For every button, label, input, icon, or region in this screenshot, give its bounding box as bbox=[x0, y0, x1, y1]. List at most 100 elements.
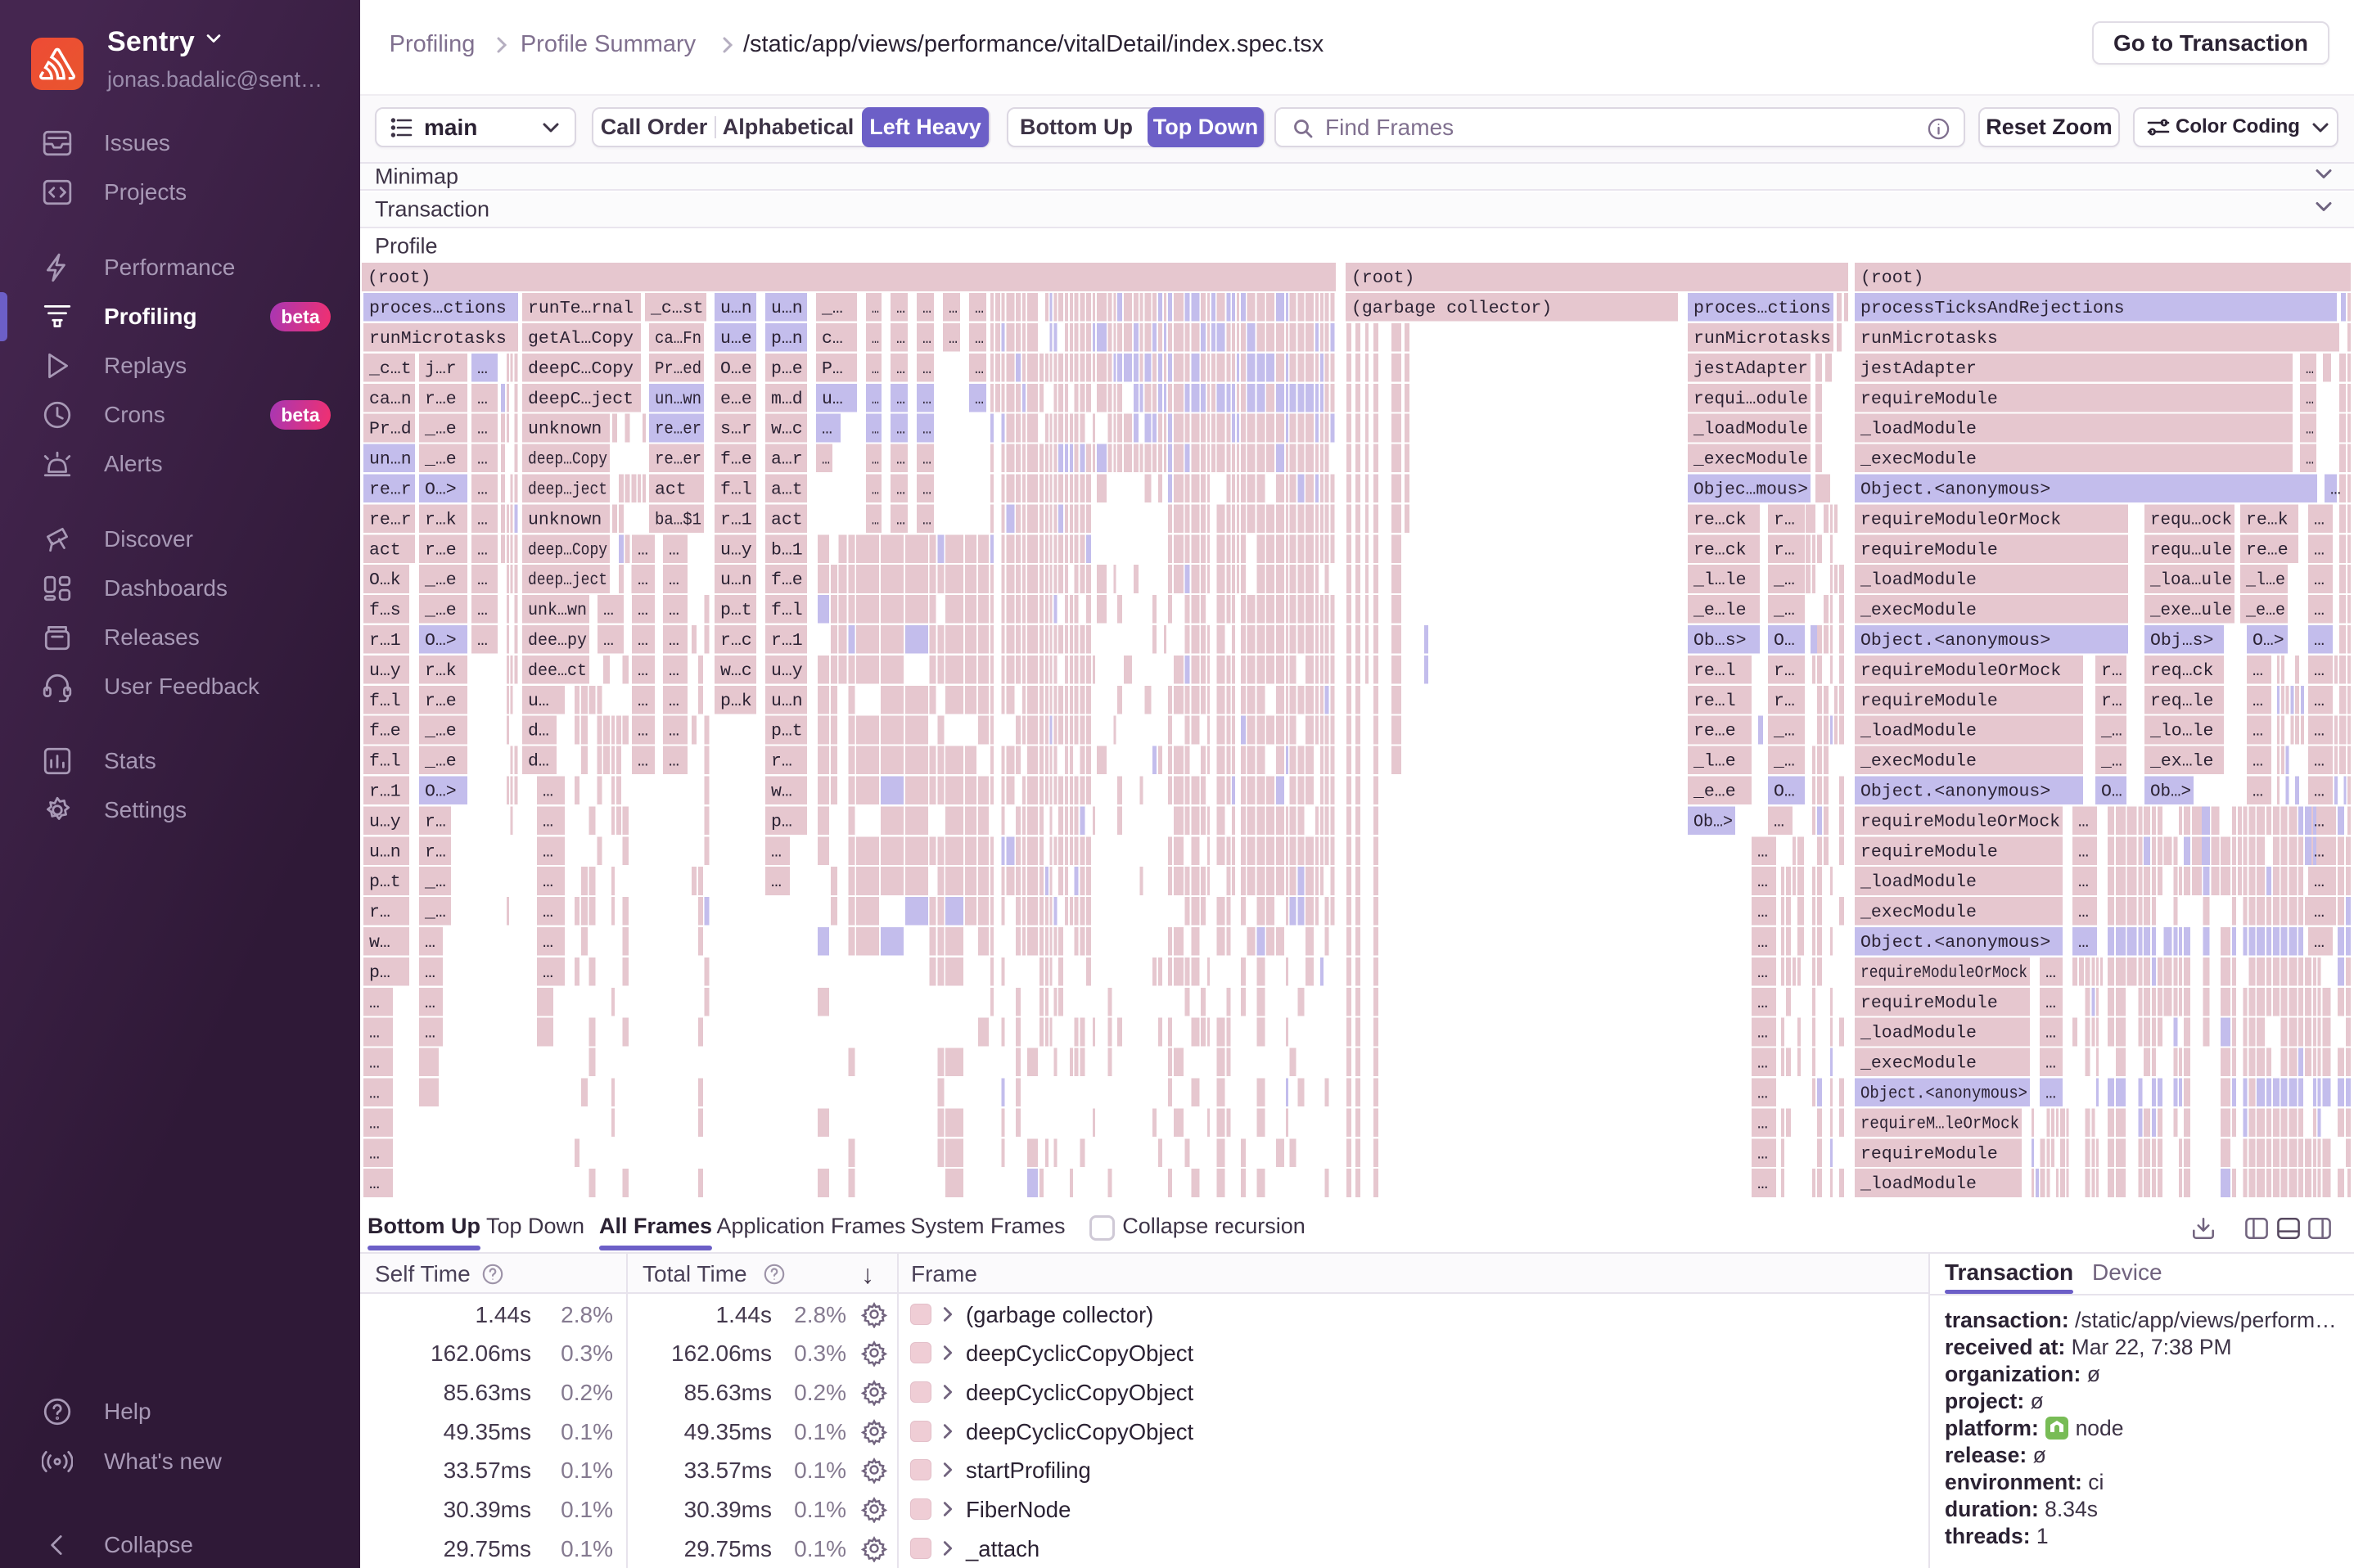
svg-text:…: … bbox=[949, 329, 958, 349]
svg-text:O…>: O…> bbox=[425, 782, 457, 802]
svg-text:p…n: p…n bbox=[771, 329, 803, 349]
svg-text:_loadModule: _loadModule bbox=[1860, 570, 1977, 590]
svg-text:_…e: _…e bbox=[424, 570, 457, 590]
svg-text:…: … bbox=[638, 692, 648, 711]
svg-text:_loadModule: _loadModule bbox=[1860, 1024, 1977, 1043]
svg-text:O…>: O…> bbox=[2253, 631, 2284, 651]
svg-text:…: … bbox=[2314, 872, 2325, 892]
svg-text:requireModule: requireModule bbox=[1860, 390, 1998, 409]
svg-text:…: … bbox=[896, 420, 905, 439]
svg-text:re…l: re…l bbox=[1693, 661, 1736, 681]
svg-text:r…1: r…1 bbox=[369, 782, 401, 802]
svg-text:requireModule: requireModule bbox=[1860, 842, 1998, 862]
svg-text:_…: _… bbox=[1773, 570, 1795, 590]
svg-text:…: … bbox=[872, 480, 879, 500]
svg-text:proces…ctions: proces…ctions bbox=[1693, 299, 1831, 318]
svg-text:unknown: unknown bbox=[528, 420, 602, 439]
svg-text:_…e: _…e bbox=[424, 601, 457, 620]
svg-text:…: … bbox=[638, 570, 648, 590]
svg-text:…: … bbox=[369, 1144, 380, 1164]
svg-text:_loadModule: _loadModule bbox=[1860, 1174, 1977, 1194]
svg-text:_execModule: _execModule bbox=[1693, 450, 1808, 470]
svg-text:re…l: re…l bbox=[1693, 692, 1736, 711]
svg-text:…: … bbox=[669, 601, 679, 620]
svg-text:r…k: r…k bbox=[425, 661, 457, 681]
svg-text:…: … bbox=[872, 420, 879, 439]
svg-text:_loadModule: _loadModule bbox=[1860, 872, 1977, 892]
svg-text:…: … bbox=[922, 359, 931, 379]
svg-text:_execModule: _execModule bbox=[1860, 752, 1977, 772]
svg-text:f…e: f…e bbox=[720, 450, 752, 470]
svg-text:deep…ject: deep…ject bbox=[528, 480, 607, 500]
svg-text:(root): (root) bbox=[1351, 268, 1414, 288]
svg-text:r…e: r…e bbox=[425, 540, 457, 560]
svg-text:…: … bbox=[2314, 782, 2325, 802]
svg-text:…: … bbox=[922, 390, 931, 409]
svg-text:…: … bbox=[477, 480, 488, 500]
svg-text:Object.<anonymous>: Object.<anonymous> bbox=[1860, 1084, 2027, 1104]
svg-text:Object.<anonymous>: Object.<anonymous> bbox=[1860, 631, 2050, 651]
svg-text:…: … bbox=[1757, 1054, 1768, 1074]
svg-text:…: … bbox=[922, 510, 931, 529]
svg-text:r…1: r…1 bbox=[720, 510, 752, 529]
svg-text:u…y: u…y bbox=[369, 661, 401, 681]
svg-text:…: … bbox=[896, 450, 905, 470]
svg-text:deepC…ject: deepC…ject bbox=[528, 390, 634, 409]
svg-text:…: … bbox=[2314, 661, 2325, 681]
svg-text:…: … bbox=[477, 540, 488, 560]
svg-text:d…: d… bbox=[528, 752, 549, 772]
svg-text:…: … bbox=[2314, 722, 2325, 741]
svg-text:act: act bbox=[655, 480, 687, 500]
svg-text:…: … bbox=[922, 299, 931, 318]
svg-text:…: … bbox=[669, 692, 679, 711]
svg-text:_execModule: _execModule bbox=[1860, 903, 1977, 922]
svg-text:_c…st: _c…st bbox=[650, 299, 704, 318]
svg-text:…: … bbox=[872, 359, 879, 379]
svg-text:a…t: a…t bbox=[771, 480, 803, 500]
svg-text:…: … bbox=[1757, 1144, 1768, 1164]
svg-text:…: … bbox=[603, 631, 614, 651]
svg-text:r…k: r…k bbox=[425, 510, 457, 529]
svg-text:j…r: j…r bbox=[425, 359, 457, 379]
svg-text:p…t: p…t bbox=[369, 872, 401, 892]
svg-text:…: … bbox=[1757, 963, 1768, 983]
svg-text:O…: O… bbox=[2101, 782, 2122, 802]
svg-text:…: … bbox=[638, 631, 648, 651]
svg-text:_execModule: _execModule bbox=[1860, 450, 1977, 470]
svg-text:…: … bbox=[975, 390, 984, 409]
svg-text:…: … bbox=[2306, 359, 2314, 379]
svg-text:_loadModule: _loadModule bbox=[1693, 420, 1808, 439]
svg-text:…: … bbox=[872, 390, 879, 409]
svg-text:…: … bbox=[425, 963, 435, 983]
svg-text:f…e: f…e bbox=[369, 722, 401, 741]
svg-text:…: … bbox=[2314, 692, 2325, 711]
svg-text:…: … bbox=[669, 570, 679, 590]
svg-text:…: … bbox=[1757, 1084, 1768, 1104]
svg-text:u…n: u…n bbox=[771, 299, 803, 318]
svg-text:requireModule: requireModule bbox=[1860, 692, 1998, 711]
svg-text:…: … bbox=[638, 601, 648, 620]
svg-text:_l…le: _l…le bbox=[1693, 570, 1747, 590]
svg-text:_…: _… bbox=[424, 872, 446, 892]
svg-text:…: … bbox=[922, 450, 931, 470]
svg-text:f…s: f…s bbox=[369, 601, 401, 620]
svg-text:_loa…ule: _loa…ule bbox=[2149, 570, 2232, 590]
svg-text:c…: c… bbox=[822, 329, 843, 349]
svg-text:_…e: _…e bbox=[424, 420, 457, 439]
svg-text:…: … bbox=[369, 1174, 380, 1194]
svg-text:…: … bbox=[922, 480, 931, 500]
svg-text:…: … bbox=[771, 872, 782, 892]
svg-text:Object.<anonymous>: Object.<anonymous> bbox=[1860, 480, 2050, 500]
svg-text:requireModuleOrMock: requireModuleOrMock bbox=[1860, 963, 2027, 983]
svg-text:u…n: u…n bbox=[771, 692, 803, 711]
svg-text:r…: r… bbox=[369, 903, 390, 922]
svg-text:…: … bbox=[477, 390, 488, 409]
svg-text:m…d: m…d bbox=[771, 390, 803, 409]
svg-text:…: … bbox=[896, 329, 905, 349]
svg-text:f…l: f…l bbox=[720, 480, 752, 500]
svg-text:d…: d… bbox=[528, 722, 549, 741]
svg-text:…: … bbox=[1757, 903, 1768, 922]
svg-text:_l…e: _l…e bbox=[2245, 570, 2285, 590]
svg-text:…: … bbox=[2314, 570, 2325, 590]
svg-text:w…c: w…c bbox=[771, 420, 803, 439]
